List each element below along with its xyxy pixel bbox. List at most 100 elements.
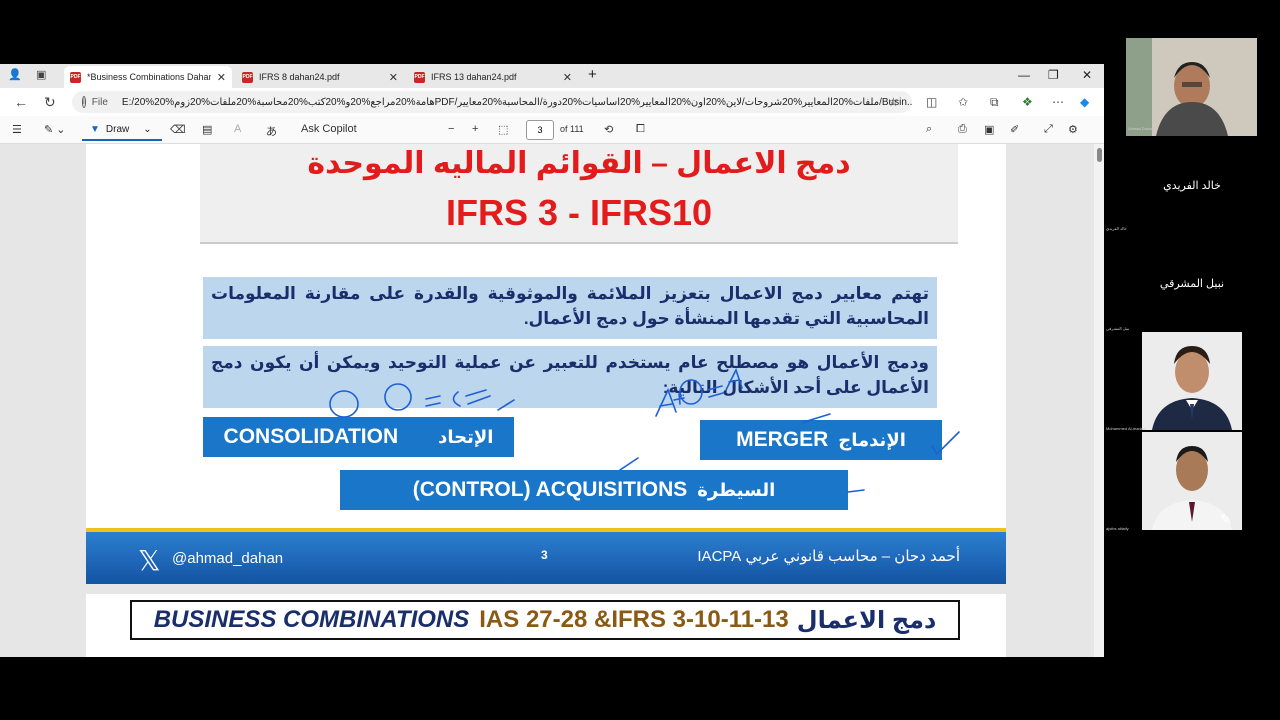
acquisitions-ar: السيطرة (697, 479, 776, 500)
paragraph-2: ودمج الأعمال هو مصطلح عام يستخدم للتعبير… (203, 346, 937, 408)
restore-icon[interactable]: ❐ (1048, 68, 1059, 82)
rotate-icon[interactable]: ⟲ (604, 123, 613, 136)
acquisitions-box: (CONTROL) ACQUISITIONS السيطرة (340, 470, 848, 510)
merger-box: MERGER الإندماج (700, 420, 942, 460)
tab-label: *Business Combinations Dahan 2... (87, 72, 211, 82)
fullscreen-icon[interactable]: ⤢ (1044, 123, 1053, 136)
slide-title-box: دمج الاعمال – القوائم الماليه الموحدة IF… (200, 144, 958, 244)
pdf-file-icon: PDF (414, 71, 425, 83)
view-icon[interactable]: ▤ (202, 123, 212, 136)
consolidation-ar: الإتحاد (438, 426, 494, 447)
highlight-icon[interactable]: ✎ ⌄ (44, 123, 66, 136)
tab-ifrs13[interactable]: PDF IFRS 13 dahan24.pdf ✕ (408, 66, 578, 88)
copilot-icon[interactable]: ◆ (1080, 95, 1089, 109)
text-size-icon[interactable]: A (234, 123, 241, 135)
erase-icon[interactable]: ⌫ (170, 123, 186, 136)
read-aloud-icon[interactable]: あ (266, 123, 277, 139)
scrollbar-thumb[interactable] (1097, 148, 1102, 162)
participant-small-khaled: خالد الفريدي (1106, 226, 1128, 231)
chevron-down-icon: ⌄ (143, 123, 152, 135)
close-window-icon[interactable]: ✕ (1082, 68, 1092, 82)
paragraph-1: تهتم معايير دمج الاعمال بتعزيز الملائمة … (203, 277, 937, 339)
split-screen-icon[interactable]: ◫ (926, 95, 937, 109)
back-icon[interactable]: ← (14, 94, 28, 110)
participant-name-khaled: خالد الفريدي (1163, 180, 1221, 192)
close-tab-icon[interactable]: ✕ (563, 71, 572, 84)
banner-standards: IAS 27-28 &IFRS 3-10-11-13 (479, 606, 789, 633)
presenter-video-tile[interactable]: Ahmad Dahan (1126, 38, 1257, 136)
tab-label: IFRS 8 dahan24.pdf (259, 72, 340, 82)
minimize-icon[interactable]: — (1018, 68, 1030, 82)
page-number-input[interactable]: 3 (526, 120, 554, 140)
search-icon[interactable]: ⌕ (926, 123, 932, 136)
info-icon[interactable]: i (82, 96, 86, 108)
footer-handle: @ahmad_dahan (172, 550, 284, 567)
zoom-out-icon[interactable]: − (448, 123, 454, 135)
profile-icon[interactable]: 👤 (8, 68, 22, 81)
draw-label: Draw (105, 123, 130, 135)
collections-icon[interactable]: ⧉ (990, 95, 999, 110)
favorite-star-icon[interactable]: ☆ (888, 95, 899, 109)
contents-icon[interactable]: ☰ (12, 123, 22, 136)
acquisitions-en: (CONTROL) ACQUISITIONS (412, 478, 688, 501)
footer-page-number: 3 (541, 548, 548, 562)
document-viewer[interactable]: دمج الاعمال – القوائم الماليه الموحدة IF… (0, 144, 1094, 657)
screen: 👤 ▣ PDF *Business Combinations Dahan 2..… (0, 0, 1280, 720)
banner-arabic: دمج الاعمال (796, 606, 937, 634)
x-logo-icon: 𝕏 (138, 545, 161, 576)
close-tab-icon[interactable]: ✕ (217, 71, 226, 84)
next-slide-page: BUSINESS COMBINATIONS IAS 27-28 &IFRS 3-… (86, 594, 1006, 657)
vertical-scrollbar[interactable] (1094, 144, 1104, 657)
page-view-icon[interactable]: ⧠ (636, 123, 645, 136)
browser-window: 👤 ▣ PDF *Business Combinations Dahan 2..… (0, 64, 1104, 657)
banner-english: BUSINESS COMBINATIONS (153, 606, 470, 633)
consolidation-box: CONSOLIDATION الإتحاد (203, 417, 514, 457)
favorites-icon[interactable]: ✩ (958, 95, 968, 109)
fit-page-icon[interactable]: ⬚ (498, 123, 508, 136)
merger-ar: الإندماج (838, 429, 906, 450)
pencil-icon[interactable]: ✎ (1220, 511, 1232, 528)
save-icon[interactable]: ▣ (984, 123, 994, 136)
participant-panel: Ahmad Dahan خالد الفريدي خالد الفريدي نب… (1104, 36, 1280, 536)
save-as-icon[interactable]: ✐ (1010, 123, 1019, 136)
participant-name-nabil: نبيل المشرقي (1159, 278, 1225, 290)
pdf-toolbar: ☰ ✎ ⌄ ▼ Draw ⌄ ⌫ ▤ A あ Ask Copilot − + ⬚… (0, 116, 1104, 144)
tab-actions-icon[interactable]: ▣ (36, 68, 46, 81)
pdf-file-icon: PDF (70, 71, 81, 83)
extension-icon[interactable]: ❖ (1022, 95, 1033, 109)
zoom-in-icon[interactable]: + (472, 123, 478, 135)
tab-ifrs8[interactable]: PDF IFRS 8 dahan24.pdf ✕ (236, 66, 404, 88)
page-total: of 111 (560, 124, 584, 134)
draw-pen-icon: ▼ (90, 123, 100, 135)
print-icon[interactable]: ⎙ (958, 123, 967, 136)
tab-business-combinations[interactable]: PDF *Business Combinations Dahan 2... ✕ (64, 66, 232, 88)
address-bar: ← ↻ i File E:/20%هامة%20مراجع%20و%20كتب%… (0, 88, 1104, 116)
participant-small-mohammed: Mohammed Al-madani (1106, 426, 1147, 431)
pdf-file-icon: PDF (242, 71, 253, 83)
business-combinations-banner: BUSINESS COMBINATIONS IAS 27-28 &IFRS 3-… (130, 600, 960, 640)
participant-avatar-1 (1142, 332, 1242, 430)
merger-en: MERGER (736, 428, 829, 451)
close-tab-icon[interactable]: ✕ (389, 71, 398, 84)
participant-photo-tile-1[interactable] (1142, 332, 1242, 430)
slide-title-arabic: دمج الاعمال – القوائم الماليه الموحدة (307, 147, 851, 180)
participant-small-nabil: نبيل المشرقي (1106, 326, 1130, 331)
participant-small-ajoibs: ajoibs alitaily (1106, 526, 1129, 531)
presenter-name-small: Ahmad Dahan (1128, 126, 1154, 131)
consolidation-en: CONSOLIDATION (223, 425, 399, 448)
ink-tick-mid (619, 457, 639, 471)
slide-page: دمج الاعمال – القوائم الماليه الموحدة IF… (86, 144, 1006, 584)
ask-copilot-button[interactable]: Ask Copilot (301, 123, 357, 135)
refresh-icon[interactable]: ↻ (44, 94, 56, 111)
slide-title-english: IFRS 3 - IFRS10 (445, 192, 713, 233)
settings-gear-icon[interactable]: ⚙ (1068, 123, 1078, 136)
draw-button[interactable]: ▼ Draw ⌄ (82, 119, 162, 141)
new-tab-button[interactable]: + (588, 66, 597, 83)
url-field[interactable]: i File E:/20%هامة%20مراجع%20و%20كتب%20مح… (72, 91, 912, 113)
presenter-avatar (1126, 38, 1257, 136)
tab-bar: 👤 ▣ PDF *Business Combinations Dahan 2..… (0, 64, 1104, 88)
menu-dots-icon[interactable]: ⋯ (1052, 95, 1064, 109)
ink-dash-acq (847, 489, 865, 493)
tab-label: IFRS 13 dahan24.pdf (431, 72, 517, 82)
slide-footer: 𝕏 @ahmad_dahan 3 أحمد دحان – محاسب قانون… (86, 528, 1006, 584)
